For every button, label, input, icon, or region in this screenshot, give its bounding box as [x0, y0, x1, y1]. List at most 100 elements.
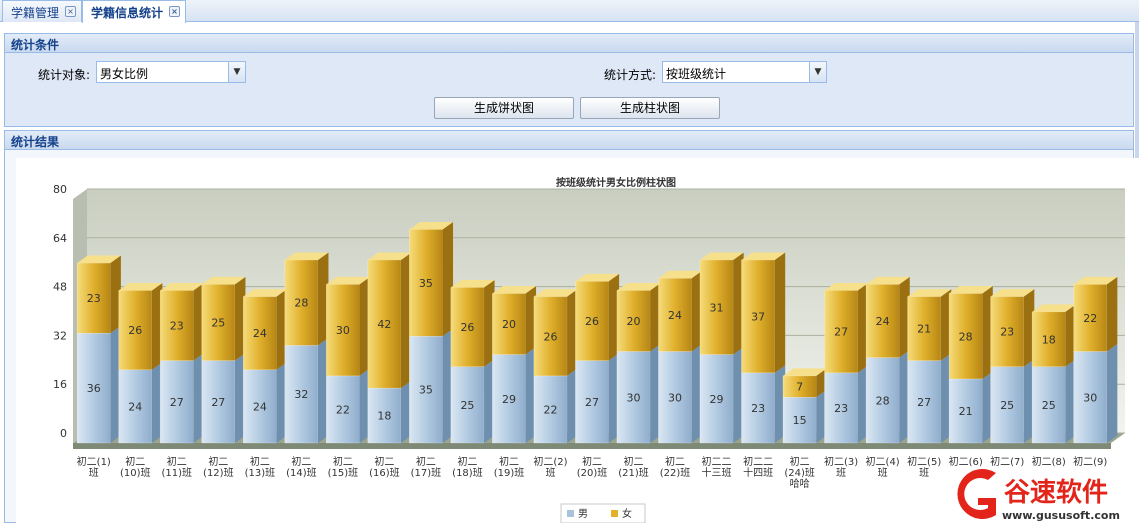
bar-value-label: 24 — [253, 327, 267, 340]
tab-label: 学籍信息统计 — [91, 6, 164, 20]
x-tick-label: 初二(10)班 — [120, 455, 151, 479]
chart-title: 按班级统计男女比例柱状图 — [556, 176, 676, 189]
target-select[interactable]: 男女比例 ▼ — [96, 61, 246, 83]
legend-swatch — [567, 510, 574, 517]
plot-floor-edge — [73, 443, 1111, 449]
x-tick-label: 初二(5)班 — [907, 455, 941, 479]
bar-side — [774, 252, 786, 373]
bar-value-label: 24 — [253, 400, 267, 413]
y-tick-label: 80 — [53, 183, 67, 196]
target-select-value: 男女比例 — [100, 67, 149, 81]
bar-value-label: 15 — [793, 414, 807, 427]
x-tick-label: 初二(24)班哈哈 — [784, 455, 815, 490]
bar-value-label: 25 — [211, 317, 225, 330]
gususoft-logo: 谷速软件 www.gususoft.com — [957, 469, 1120, 522]
y-tick-label: 48 — [53, 281, 67, 294]
watermark-text: 谷速软件 — [1004, 478, 1108, 508]
bar-value-label: 21 — [959, 405, 973, 418]
bar-value-label: 18 — [1042, 333, 1056, 346]
x-tick-label: 初二二十三班 — [702, 455, 732, 479]
bar-value-label: 42 — [377, 318, 391, 331]
bar-value-label: 25 — [1042, 399, 1056, 412]
bar-value-label: 27 — [834, 326, 848, 339]
method-select-value: 按班级统计 — [666, 67, 727, 81]
tab-bar: 学籍管理 × 学籍信息统计 × — [0, 0, 1139, 23]
method-select[interactable]: 按班级统计 ▼ — [662, 61, 827, 83]
bar-value-label: 32 — [294, 388, 308, 401]
bar-value-label: 30 — [627, 391, 641, 404]
tab-label: 学籍管理 — [11, 6, 60, 20]
bar-value-label: 29 — [502, 393, 516, 406]
bar-value-label: 30 — [336, 324, 350, 337]
y-tick-label: 16 — [53, 378, 67, 391]
bar-value-label: 35 — [419, 277, 433, 290]
bar-value-label: 27 — [585, 396, 599, 409]
x-tick-label: 初二(3)班 — [824, 455, 858, 479]
bar-value-label: 25 — [460, 399, 474, 412]
generate-pie-button[interactable]: 生成饼状图 — [434, 97, 574, 119]
close-icon[interactable]: × — [169, 6, 181, 17]
legend-swatch — [611, 510, 618, 517]
bar-value-label: 23 — [170, 320, 184, 333]
bar-value-label: 31 — [710, 301, 724, 314]
method-label: 统计方式: — [604, 68, 657, 82]
target-label: 统计对象: — [38, 68, 91, 82]
bar-value-label: 22 — [336, 403, 350, 416]
bar-value-label: 22 — [543, 403, 557, 416]
bar-value-label: 28 — [959, 330, 973, 343]
x-tick-label: 初二二十四班 — [743, 455, 773, 479]
bar-value-label: 18 — [377, 410, 391, 423]
x-tick-label: 初二(20)班 — [577, 455, 608, 479]
close-icon[interactable]: × — [65, 6, 77, 17]
conditions-panel-header: 统计条件 — [4, 33, 1134, 53]
x-tick-label: 初二(4)班 — [866, 455, 900, 479]
bar-value-label: 7 — [796, 381, 803, 394]
bar-value-label: 20 — [627, 315, 641, 328]
x-tick-label: 初二(21)班 — [618, 455, 649, 479]
results-panel-header: 统计结果 — [4, 130, 1134, 150]
chevron-down-icon[interactable]: ▼ — [809, 62, 826, 82]
x-tick-label: 初二(1)班 — [77, 455, 111, 479]
legend-label: 男 — [578, 508, 588, 520]
x-tick-label: 初二(22)班 — [660, 455, 691, 479]
bar-value-label: 27 — [917, 396, 931, 409]
bar-value-label: 24 — [668, 309, 682, 322]
generate-bar-button[interactable]: 生成柱状图 — [580, 97, 720, 119]
bar-value-label: 23 — [1000, 326, 1014, 339]
bar-value-label: 26 — [128, 324, 142, 337]
x-tick-label: 初二(17)班 — [411, 455, 442, 479]
bar-value-label: 27 — [211, 396, 225, 409]
bar-value-label: 26 — [585, 315, 599, 328]
bar-value-label: 27 — [170, 396, 184, 409]
bar-value-label: 30 — [668, 391, 682, 404]
x-tick-label: 初二(18)班 — [452, 455, 483, 479]
bar-value-label: 24 — [876, 315, 890, 328]
bar-value-label: 23 — [87, 292, 101, 305]
bar-value-label: 20 — [502, 318, 516, 331]
x-tick-label: 初二(16)班 — [369, 455, 400, 479]
x-tick-label: 初二(15)班 — [328, 455, 359, 479]
logo-mark-icon — [957, 469, 996, 519]
x-tick-label: 初二(11)班 — [162, 455, 193, 479]
watermark-url: www.gususoft.com — [1002, 509, 1120, 522]
tab-student-statistics[interactable]: 学籍信息统计 × — [82, 0, 187, 23]
bar-value-label: 21 — [917, 323, 931, 336]
bar-value-label: 28 — [876, 394, 890, 407]
bar-value-label: 23 — [834, 402, 848, 415]
x-tick-label: 初二(19)班 — [494, 455, 525, 479]
bar-value-label: 22 — [1083, 312, 1097, 325]
bar-side — [1106, 344, 1118, 443]
bar-value-label: 26 — [543, 330, 557, 343]
y-tick-label: 64 — [53, 232, 67, 245]
bar-value-label: 28 — [294, 297, 308, 310]
x-tick-label: 初二(13)班 — [245, 455, 276, 479]
chevron-down-icon[interactable]: ▼ — [228, 62, 245, 82]
x-tick-label: 初二(14)班 — [286, 455, 317, 479]
x-tick-label: 初二(2)班 — [533, 455, 567, 479]
bar-side — [1106, 276, 1118, 352]
bar-value-label: 23 — [751, 402, 765, 415]
bar-value-label: 30 — [1083, 391, 1097, 404]
y-tick-label: 0 — [60, 427, 67, 440]
tab-student-records[interactable]: 学籍管理 × — [2, 0, 83, 22]
bar-value-label: 29 — [710, 393, 724, 406]
